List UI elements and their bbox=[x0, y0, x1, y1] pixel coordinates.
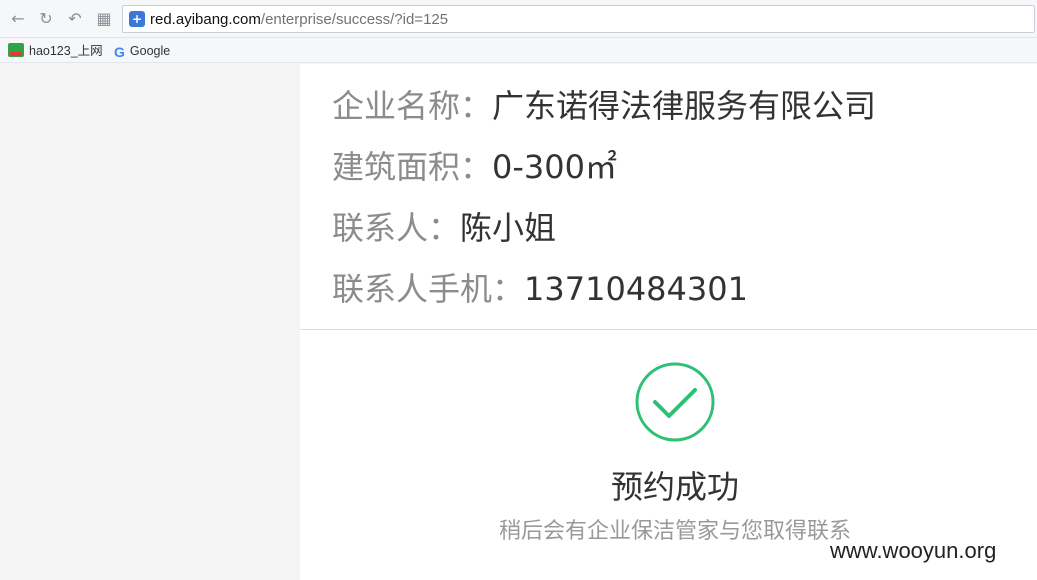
undo-close-icon[interactable]: ↶ bbox=[65, 9, 85, 29]
company-row: 企业名称：广东诺得法律服务有限公司 bbox=[332, 84, 876, 145]
watermark: www.wooyun.org bbox=[830, 538, 997, 563]
bookmark-label: Google bbox=[129, 44, 171, 58]
bookmarks-bar: hao123_上网 G Google bbox=[0, 38, 1037, 63]
phone-row: 联系人手机：13710484301 bbox=[332, 267, 876, 328]
url-host: red.ayibang.com bbox=[150, 11, 261, 28]
google-icon: G bbox=[114, 44, 125, 60]
phone-value: 13710484301 bbox=[524, 270, 748, 308]
area-value: 0-300㎡ bbox=[492, 148, 618, 186]
contact-label: 联系人： bbox=[332, 209, 461, 247]
back-icon[interactable]: ← bbox=[8, 9, 28, 29]
bookmark-hao123[interactable]: hao123_上网 bbox=[8, 42, 103, 60]
bookmark-label: hao123_上网 bbox=[29, 44, 103, 58]
address-bar[interactable]: + red.ayibang.com/enterprise/success/?id… bbox=[122, 5, 1035, 33]
success-title: 预约成功 bbox=[610, 468, 739, 506]
page-content: 企业名称：广东诺得法律服务有限公司 建筑面积：0-300㎡ 联系人：陈小姐 联系… bbox=[300, 64, 1037, 580]
phone-label: 联系人手机： bbox=[332, 270, 525, 308]
secure-shield-icon: + bbox=[129, 11, 145, 27]
browser-toolbar: ← ↻ ↶ ▦ + red.ayibang.com/enterprise/suc… bbox=[0, 0, 1037, 38]
area-row: 建筑面积：0-300㎡ bbox=[332, 145, 876, 206]
hao123-icon bbox=[8, 43, 24, 57]
url-text[interactable]: red.ayibang.com/enterprise/success/?id=1… bbox=[150, 11, 448, 29]
company-value: 广东诺得法律服务有限公司 bbox=[492, 87, 877, 125]
success-check-icon bbox=[635, 362, 715, 442]
contact-value: 陈小姐 bbox=[460, 209, 557, 247]
contact-row: 联系人：陈小姐 bbox=[332, 206, 876, 267]
booking-info: 企业名称：广东诺得法律服务有限公司 建筑面积：0-300㎡ 联系人：陈小姐 联系… bbox=[332, 84, 876, 328]
apps-grid-icon[interactable]: ▦ bbox=[94, 9, 114, 29]
refresh-icon[interactable]: ↻ bbox=[36, 9, 56, 29]
url-path: /enterprise/success/?id=125 bbox=[260, 11, 449, 28]
company-label: 企业名称： bbox=[332, 87, 493, 125]
area-label: 建筑面积： bbox=[332, 148, 493, 186]
divider bbox=[300, 329, 1037, 330]
bookmark-google[interactable]: G Google bbox=[114, 42, 170, 60]
